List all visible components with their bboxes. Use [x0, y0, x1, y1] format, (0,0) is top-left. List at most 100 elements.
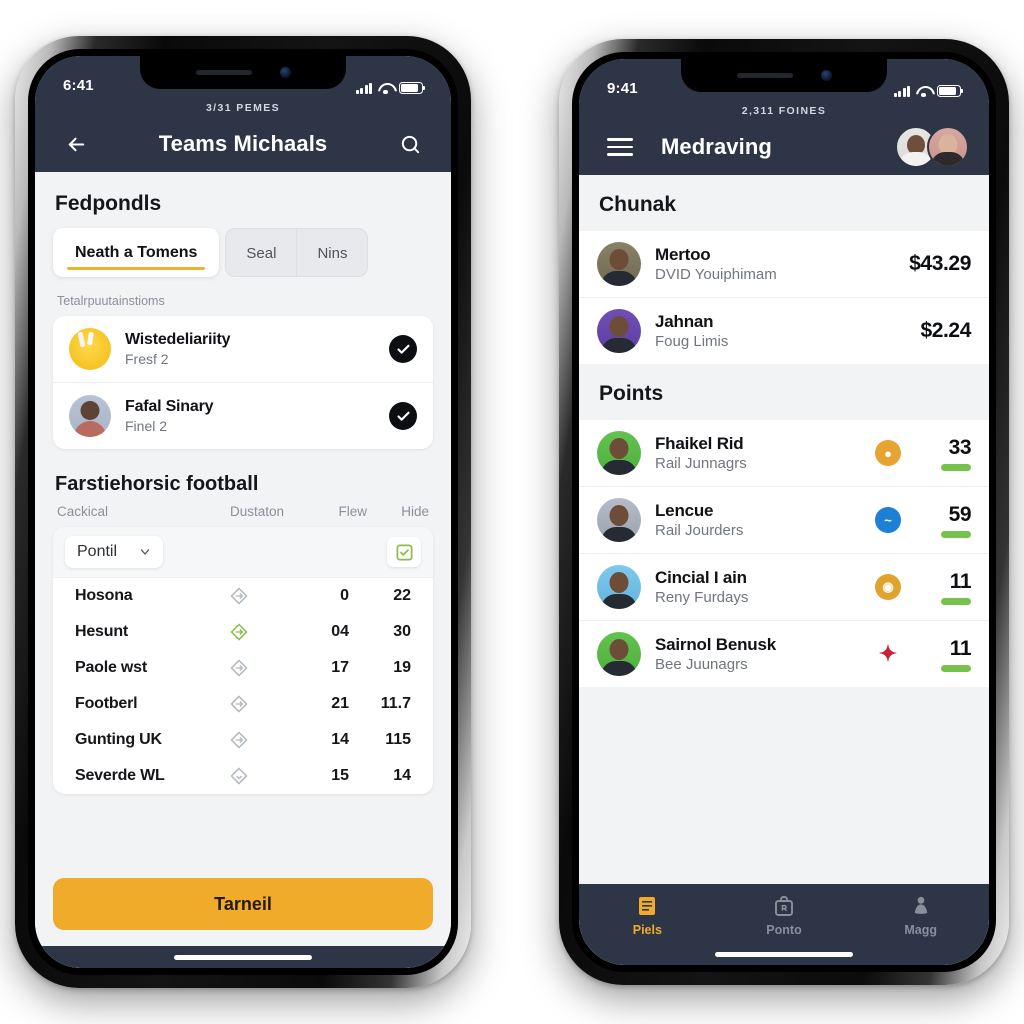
cta-container: Tarneil — [35, 864, 451, 946]
tab-neath-a-tomens[interactable]: Neath a Tomens — [53, 228, 220, 277]
back-button[interactable] — [55, 123, 97, 165]
tarneil-button[interactable]: Tarneil — [53, 878, 433, 930]
tab-magg[interactable]: Magg — [852, 894, 989, 937]
points-box: 59 — [915, 502, 972, 538]
col-header-cackical: Cackical — [57, 504, 109, 519]
menu-button[interactable] — [599, 126, 641, 168]
tab-ponto[interactable]: Ponto — [716, 894, 853, 937]
points-value: 33 — [948, 435, 972, 459]
home-indicator — [579, 943, 989, 965]
select-all-checkbox[interactable] — [387, 537, 421, 567]
table-row[interactable]: Hosona 0 22 — [53, 578, 433, 614]
cell-name: Paole wst — [75, 659, 148, 676]
tab-piels[interactable]: Piels — [579, 894, 716, 937]
check-toggle[interactable] — [389, 402, 417, 430]
left-phone-screen: 6:41 3/31 PEMES Teams Michaals Fedpondls… — [35, 56, 451, 968]
battery-icon — [399, 82, 426, 94]
filter-select[interactable]: Pontil — [65, 536, 164, 568]
avatar — [597, 498, 641, 542]
page-title: Medraving — [661, 134, 772, 159]
left-phone-device: 6:41 3/31 PEMES Teams Michaals Fedpondls… — [15, 36, 471, 988]
left-nav-row: Teams Michaals — [35, 116, 451, 172]
left-home-indicator-wrap — [35, 946, 451, 968]
list-item[interactable]: Wistedeliariity Fresf 2 — [53, 316, 433, 383]
item-name: Mertoo — [655, 245, 711, 264]
tab-seal[interactable]: Seal — [225, 228, 298, 277]
flame-badge-icon: ● — [875, 440, 901, 466]
battery-icon — [937, 85, 964, 97]
col-header-dustaton: Dustaton — [229, 504, 285, 519]
tab-nins[interactable]: Nins — [297, 228, 369, 277]
cellular-bars-icon — [893, 85, 910, 97]
player-name: Fafal Sinary — [125, 398, 214, 415]
cell-name: Footberl — [75, 695, 138, 712]
list-item[interactable]: Mertoo DVID Youiphimam $43.29 — [579, 231, 989, 298]
wifi-icon — [916, 86, 931, 98]
avatar — [597, 309, 641, 353]
front-camera-icon — [820, 70, 832, 81]
hamburger-menu-icon — [607, 138, 633, 156]
table-row[interactable]: Paole wst 17 19 — [53, 650, 433, 686]
avatar — [597, 565, 641, 609]
right-content: Chunak Mertoo DVID Youiphimam $43.29 Jah… — [579, 175, 989, 965]
cell-icon — [191, 766, 287, 786]
points-value: 59 — [948, 502, 972, 526]
section-heading-points: Points — [579, 364, 989, 420]
person-avatar — [69, 395, 111, 437]
cell-icon — [191, 730, 287, 750]
avatar — [597, 632, 641, 676]
list-item-text: Fhaikel Rid Rail Junnagrs — [655, 434, 861, 472]
section-title: Fedpondls — [55, 192, 162, 215]
avatar-group[interactable] — [895, 126, 969, 168]
cell-flew: 04 — [331, 623, 349, 640]
points-box: 11 — [915, 637, 972, 672]
right-phone-device: 9:41 2,311 FOINES Medraving Chunak Merto… — [559, 39, 1009, 985]
left-notch — [140, 56, 346, 89]
tab-label: Magg — [904, 923, 937, 937]
front-camera-icon — [279, 67, 291, 78]
chunak-list: Mertoo DVID Youiphimam $43.29 Jahnan Fou… — [579, 231, 989, 364]
list-item[interactable]: Cincial I ain Reny Furdays ◉ 11 — [579, 554, 989, 621]
item-name: Jahnan — [655, 312, 714, 331]
diamond-grey-icon — [230, 767, 248, 785]
status-time: 6:41 — [63, 77, 94, 94]
cell-flew: 17 — [331, 659, 349, 676]
list-item[interactable]: Fhaikel Rid Rail Junnagrs ● 33 — [579, 420, 989, 487]
left-sub-count: 3/31 PEMES — [205, 102, 281, 114]
table-controls: Pontil — [53, 527, 433, 578]
arrow-left-icon — [68, 137, 84, 151]
table-row[interactable]: Footberl 21 11.7 — [53, 686, 433, 722]
right-nav-row: Medraving — [579, 119, 989, 175]
list-caption: Tetalrpuutainstioms — [57, 294, 165, 308]
cell-icon — [191, 694, 287, 714]
list-item-text: Lencue Rail Jourders — [655, 501, 861, 539]
points-box: 11 — [915, 570, 972, 605]
bottom-tab-bar: Piels Ponto Magg — [579, 884, 989, 943]
player-name: Wistedeliariity — [125, 331, 231, 348]
avatar — [927, 126, 969, 168]
item-sub: Bee Juunagrs — [655, 656, 748, 673]
cell-flew: 15 — [331, 767, 349, 784]
cell-icon — [191, 622, 287, 642]
cell-hide: 14 — [393, 767, 411, 784]
check-toggle[interactable] — [389, 335, 417, 363]
points-bar — [941, 463, 971, 471]
item-amount: $2.24 — [920, 319, 971, 342]
item-name: Lencue — [655, 501, 714, 520]
diamond-green-icon — [230, 623, 248, 641]
search-button[interactable] — [389, 123, 431, 165]
list-item[interactable]: Sairnol Benusk Bee Juunagrs ✦ 11 — [579, 621, 989, 687]
earpiece-speaker-icon — [736, 73, 793, 78]
section-heading-chunak: Chunak — [579, 175, 989, 231]
cellular-bars-icon — [355, 82, 372, 94]
list-item[interactable]: Jahnan Foug Limis $2.24 — [579, 298, 989, 364]
cell-hide: 22 — [393, 587, 411, 604]
wifi-icon — [378, 83, 393, 95]
list-item[interactable]: Fafal Sinary Finel 2 — [53, 383, 433, 449]
table-row[interactable]: Severde WL 15 14 — [53, 758, 433, 794]
points-box: 33 — [915, 435, 972, 471]
list-item[interactable]: Lencue Rail Jourders ~ 59 — [579, 487, 989, 554]
table-row[interactable]: Gunting UK 14 115 — [53, 722, 433, 758]
spiral-badge-icon: ◉ — [875, 574, 901, 600]
table-row[interactable]: Hesunt 04 30 — [53, 614, 433, 650]
